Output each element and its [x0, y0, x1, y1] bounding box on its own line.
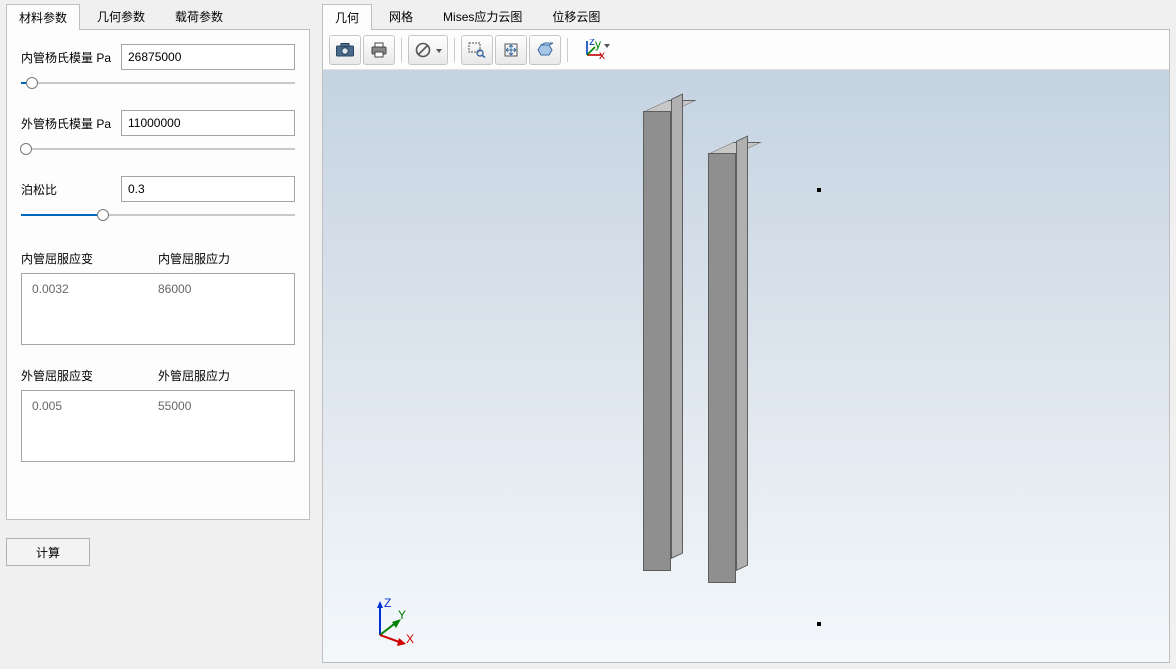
zoom-region-icon	[468, 42, 486, 58]
screenshot-button[interactable]	[329, 35, 361, 65]
right-tab-strip: 几何 网格 Mises应力云图 位移云图	[322, 6, 1170, 30]
outer-youngs-slider[interactable]	[21, 140, 295, 158]
3d-viewport[interactable]: Z Y X	[323, 70, 1169, 662]
viewport-marker	[817, 188, 821, 192]
outer-youngs-label: 外管杨氏模量 Pa	[21, 115, 121, 132]
axis-triad: Z Y X	[368, 597, 408, 637]
left-tab-strip: 材料参数 几何参数 载荷参数	[6, 6, 310, 30]
left-tab-content: 内管杨氏模量 Pa 外管杨氏模量 Pa 泊松比	[6, 30, 310, 520]
viewer-toolbar: zxy	[323, 30, 1169, 70]
tab-mesh[interactable]: 网格	[376, 3, 426, 29]
no-entry-icon	[415, 42, 431, 58]
tab-geometry[interactable]: 几何	[322, 4, 372, 30]
tab-geometry-params[interactable]: 几何参数	[84, 3, 158, 29]
svg-text:Z: Z	[384, 597, 391, 610]
svg-text:Y: Y	[398, 608, 406, 622]
zoom-region-button[interactable]	[461, 35, 493, 65]
tab-load-params[interactable]: 载荷参数	[162, 3, 236, 29]
outer-yield-strain-label: 外管屈服应变	[21, 367, 158, 384]
outer-yield-strain-value: 0.005	[32, 399, 158, 413]
inner-yield-strain-label: 内管屈服应变	[21, 250, 158, 267]
outer-youngs-input[interactable]	[121, 110, 295, 136]
rotate-view-icon	[536, 42, 554, 58]
svg-text:X: X	[406, 632, 414, 646]
tab-mises-stress[interactable]: Mises应力云图	[430, 3, 535, 29]
tab-material-params[interactable]: 材料参数	[6, 4, 80, 30]
hide-entities-dropdown[interactable]	[408, 35, 448, 65]
viewer-area: zxy	[322, 30, 1170, 663]
poisson-label: 泊松比	[21, 181, 121, 198]
compute-button[interactable]: 计算	[6, 538, 90, 566]
axis-triad-icon: zxy	[581, 39, 605, 61]
inner-yield-box[interactable]: 0.0032 86000	[21, 273, 295, 345]
inner-youngs-label: 内管杨氏模量 Pa	[21, 49, 121, 66]
toolbar-separator	[567, 38, 568, 62]
print-icon	[370, 42, 388, 58]
inner-youngs-slider[interactable]	[21, 74, 295, 92]
fit-view-icon	[503, 42, 519, 58]
inner-youngs-input[interactable]	[121, 44, 295, 70]
axis-orientation-dropdown[interactable]: zxy	[574, 35, 612, 65]
inner-yield-stress-label: 内管屈服应力	[158, 250, 295, 267]
toolbar-separator	[454, 38, 455, 62]
inner-yield-strain-value: 0.0032	[32, 282, 158, 296]
viewport-marker	[817, 622, 821, 626]
outer-yield-stress-value: 55000	[158, 399, 284, 413]
camera-icon	[336, 43, 354, 57]
inner-yield-stress-value: 86000	[158, 282, 284, 296]
outer-yield-stress-label: 外管屈服应力	[158, 367, 295, 384]
svg-text:y: y	[595, 39, 601, 51]
tab-displacement[interactable]: 位移云图	[539, 3, 613, 29]
toolbar-separator	[401, 38, 402, 62]
outer-yield-box[interactable]: 0.005 55000	[21, 390, 295, 462]
poisson-slider[interactable]	[21, 206, 295, 224]
rotate-view-button[interactable]	[529, 35, 561, 65]
fit-view-button[interactable]	[495, 35, 527, 65]
poisson-input[interactable]	[121, 176, 295, 202]
print-button[interactable]	[363, 35, 395, 65]
